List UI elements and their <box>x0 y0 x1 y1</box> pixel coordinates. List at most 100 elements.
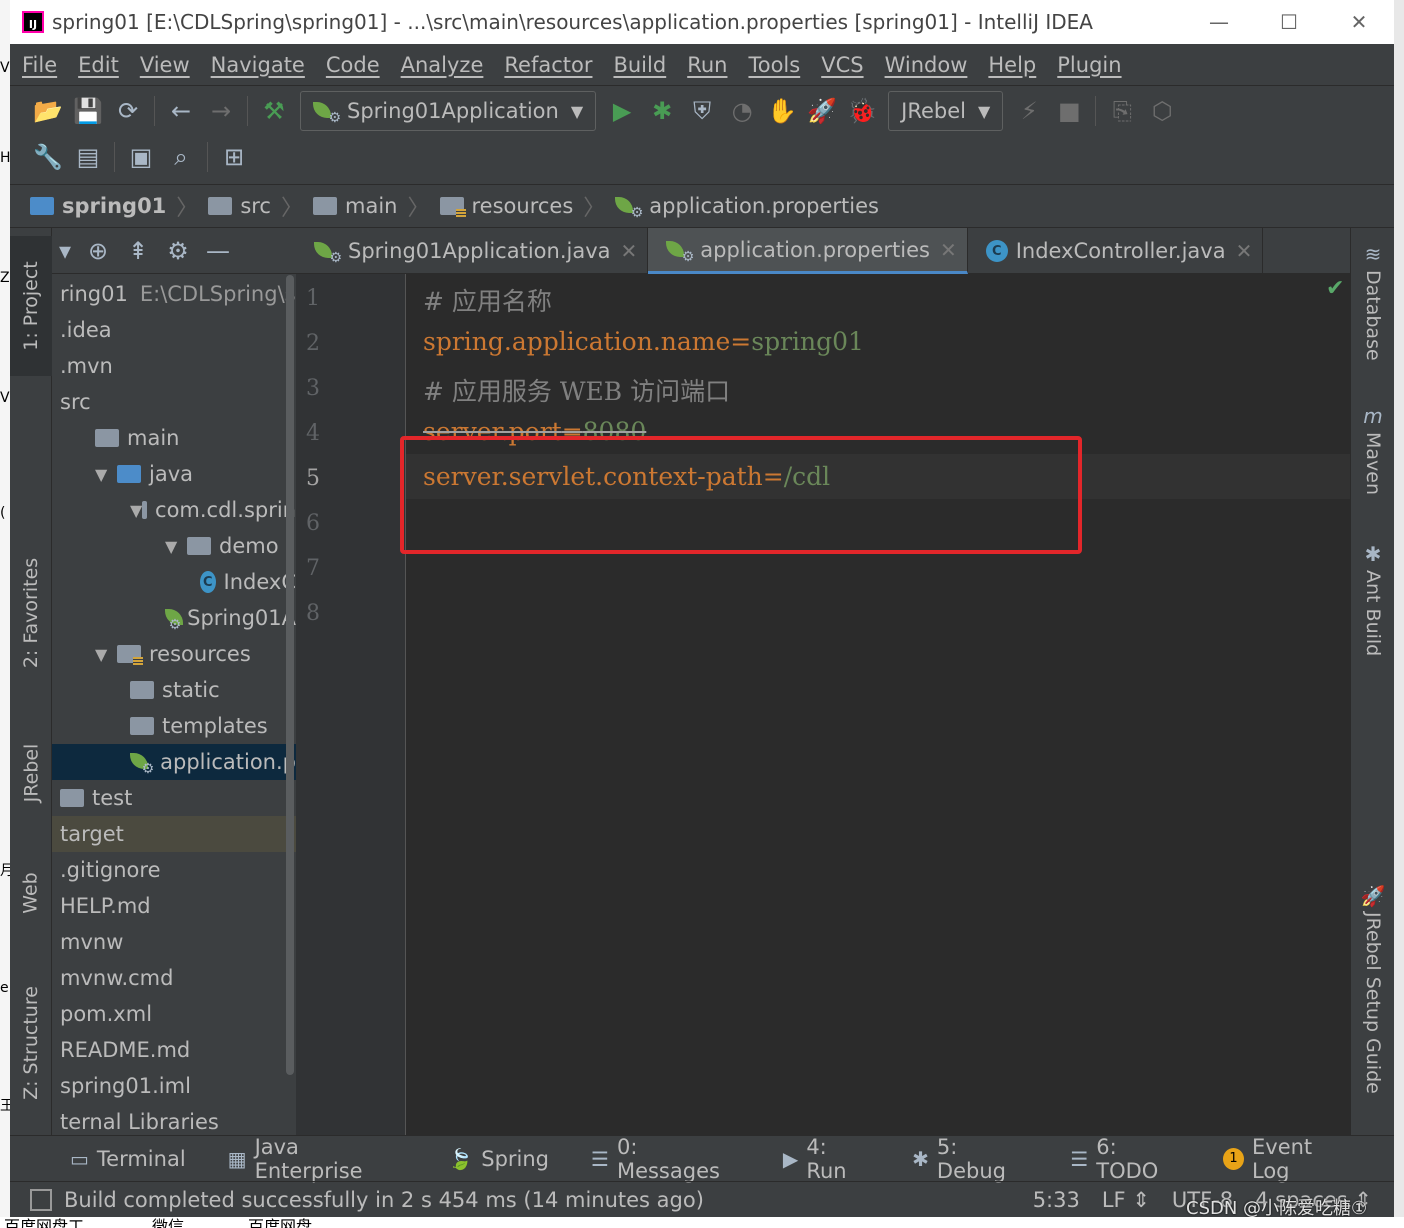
tree-item[interactable]: ternal Libraries <box>52 1104 296 1135</box>
bottom-tool-java-enterprise[interactable]: ▦ Java Enterprise <box>228 1135 407 1183</box>
tree-item[interactable]: spring01.iml <box>52 1068 296 1104</box>
forward-arrow-icon[interactable]: → <box>201 93 241 129</box>
tool-tab-maven[interactable]: m Maven <box>1351 404 1394 495</box>
project-scrollbar[interactable] <box>286 275 294 1075</box>
tool-tab-favorites[interactable]: 2: Favorites <box>10 528 52 698</box>
breadcrumb-item-application-properties[interactable]: application.properties <box>615 194 879 221</box>
menu-edit[interactable]: Edit <box>78 53 119 77</box>
menu-file[interactable]: File <box>22 53 57 77</box>
tree-item[interactable]: HELP.md <box>52 888 296 924</box>
tree-item[interactable]: README.md <box>52 1032 296 1068</box>
tool-tab-database[interactable]: ≋ Database <box>1351 242 1394 361</box>
jrebel-run-icon[interactable]: 🚀 <box>802 93 842 129</box>
close-icon[interactable]: ✕ <box>1236 239 1253 263</box>
tree-item[interactable]: main <box>52 420 296 456</box>
expand-arrow-icon[interactable]: ▼ <box>165 537 187 556</box>
menu-navigate[interactable]: Navigate <box>211 53 305 77</box>
jrebel-update-icon[interactable]: ⚡ <box>1009 93 1049 129</box>
minimize-button[interactable]: — <box>1184 10 1254 34</box>
locate-target-icon[interactable]: ⊕ <box>78 233 118 269</box>
tool-tab-jrebel[interactable]: JRebel <box>10 718 52 828</box>
taskbar-item[interactable]: 微信 <box>152 1217 184 1228</box>
expand-arrow-icon[interactable]: ▼ <box>95 465 117 484</box>
open-folder-icon[interactable]: 📂 <box>28 93 68 129</box>
tree-item[interactable]: ▼ resources <box>52 636 296 672</box>
tree-item[interactable]: test <box>52 780 296 816</box>
menu-vcs[interactable]: VCS <box>821 53 863 77</box>
remote-icon[interactable]: ⎘ <box>1102 93 1142 129</box>
search-icon[interactable]: ⌕ <box>161 139 201 175</box>
toggle-tool-windows-icon[interactable] <box>30 1188 52 1211</box>
breadcrumb-item-spring01[interactable]: spring01 <box>30 194 166 218</box>
tree-item[interactable]: C IndexC <box>52 564 296 600</box>
line-separator-select[interactable]: LF ⇕ <box>1102 1188 1150 1212</box>
tree-item[interactable]: ring01 E:\CDLSpring\spr <box>52 276 296 312</box>
stop-icon[interactable]: ■ <box>1049 93 1089 129</box>
tab-indexcontroller-java[interactable]: C IndexController.java ✕ <box>968 228 1264 274</box>
menu-help[interactable]: Help <box>988 53 1036 77</box>
save-icon[interactable]: 💾 <box>68 93 108 129</box>
bottom-tool-spring[interactable]: 🍃 Spring <box>448 1147 549 1171</box>
bottom-tool-0-messages[interactable]: ☰ 0: Messages <box>591 1135 741 1183</box>
back-arrow-icon[interactable]: ← <box>161 93 201 129</box>
tree-item[interactable]: src <box>52 384 296 420</box>
tree-item[interactable]: mvnw.cmd <box>52 960 296 996</box>
breadcrumb-item-resources[interactable]: resources <box>439 194 573 218</box>
tab-spring01application-java[interactable]: Spring01Application.java ✕ <box>296 228 649 274</box>
code-editor[interactable]: # 应用名称 spring.application.name=spring01 … <box>406 274 1350 1135</box>
bottom-tool-4-run[interactable]: ▶ 4: Run <box>783 1135 870 1183</box>
tree-item[interactable]: ▼ demo <box>52 528 296 564</box>
debug-bug-icon[interactable]: ✱ <box>642 93 682 129</box>
bottom-tool-6-todo[interactable]: ☰ 6: TODO <box>1070 1135 1181 1183</box>
tree-item[interactable]: Spring01A <box>52 600 296 636</box>
tool-tab-jrebel-setup-guide[interactable]: 🚀 JRebel Setup Guide <box>1351 884 1394 1094</box>
collapse-all-icon[interactable]: ⇞ <box>118 233 158 269</box>
jrebel-select[interactable]: JRebel ▼ <box>888 91 1004 131</box>
tree-item[interactable]: ▼ java <box>52 456 296 492</box>
menu-tools[interactable]: Tools <box>748 53 800 77</box>
taskbar-item[interactable]: 百度网盘工 <box>4 1217 84 1228</box>
tree-item[interactable]: application.p <box>52 744 296 780</box>
vcs-operations-icon[interactable]: ⊞ <box>214 139 254 175</box>
bottom-tool-terminal[interactable]: ▭ Terminal <box>70 1147 186 1171</box>
tree-item[interactable]: .idea <box>52 312 296 348</box>
sync-icon[interactable]: ⟳ <box>108 93 148 129</box>
bottom-tool-5-debug[interactable]: ✱ 5: Debug <box>912 1135 1028 1183</box>
expand-arrow-icon[interactable]: ▼ <box>95 645 117 664</box>
profile-icon[interactable]: ◔ <box>722 93 762 129</box>
expand-arrow-icon[interactable]: ▼ <box>130 501 142 520</box>
hide-panel-icon[interactable]: — <box>198 233 238 269</box>
tool-tab-ant-build[interactable]: ✱ Ant Build <box>1351 542 1394 656</box>
tool-tab-structure[interactable]: Z: Structure <box>10 968 52 1118</box>
tool-tab-web[interactable]: Web <box>10 848 52 938</box>
close-icon[interactable]: ✕ <box>940 238 957 262</box>
menu-plugin[interactable]: Plugin <box>1057 53 1121 77</box>
tree-item[interactable]: .gitignore <box>52 852 296 888</box>
menu-view[interactable]: View <box>140 53 190 77</box>
breadcrumb-item-src[interactable]: src <box>208 194 271 218</box>
dropdown-arrow-icon[interactable]: ▾ <box>52 233 78 269</box>
run-icon[interactable]: ▶ <box>602 93 642 129</box>
close-window-button[interactable]: ✕ <box>1324 10 1394 34</box>
tree-item[interactable]: target <box>52 816 296 852</box>
tree-item[interactable]: static <box>52 672 296 708</box>
tab-application-properties[interactable]: application.properties ✕ <box>648 228 968 274</box>
maximize-button[interactable]: ☐ <box>1254 10 1324 34</box>
tree-item[interactable]: .mvn <box>52 348 296 384</box>
caret-position[interactable]: 5:33 <box>1033 1188 1080 1212</box>
coverage-shield-icon[interactable]: ⛨ <box>682 93 722 129</box>
breadcrumb-item-main[interactable]: main <box>313 194 397 218</box>
jrebel-debug-icon[interactable]: 🐞 <box>842 93 882 129</box>
wrench-icon[interactable]: 🔧 <box>28 139 68 175</box>
tool-tab-project[interactable]: 1: Project <box>10 236 52 376</box>
no-problems-check-icon[interactable]: ✔ <box>1326 276 1344 301</box>
close-icon[interactable]: ✕ <box>621 239 638 263</box>
tree-item[interactable]: mvnw <box>52 924 296 960</box>
menu-code[interactable]: Code <box>326 53 380 77</box>
tree-item[interactable]: ▼ com.cdl.sprin <box>52 492 296 528</box>
project-structure-icon[interactable]: ▤ <box>68 139 108 175</box>
presentation-icon[interactable]: ▣ <box>121 139 161 175</box>
menu-window[interactable]: Window <box>885 53 968 77</box>
menu-analyze[interactable]: Analyze <box>401 53 484 77</box>
menu-refactor[interactable]: Refactor <box>504 53 592 77</box>
